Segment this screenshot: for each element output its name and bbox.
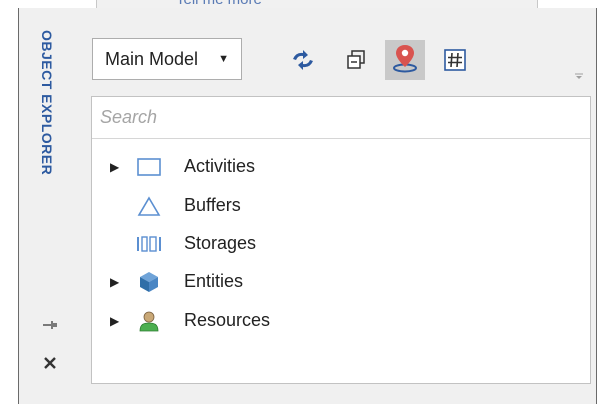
close-icon[interactable] <box>39 352 61 374</box>
pin-icon[interactable] <box>39 314 61 336</box>
search-input[interactable] <box>92 97 590 139</box>
locate-button[interactable] <box>385 40 425 80</box>
tree-item-label: Activities <box>184 156 256 176</box>
expand-arrow-icon[interactable]: ▶ <box>110 160 122 174</box>
model-select[interactable]: Main Model ▼ <box>92 38 242 80</box>
storage-icon <box>136 233 162 255</box>
cube-icon <box>136 271 162 293</box>
tree-item-label: Buffers <box>184 195 241 215</box>
tree-item-label: Entities <box>184 271 244 291</box>
locate-pin-icon <box>391 43 419 78</box>
sync-arrows-icon <box>290 49 316 76</box>
tree-container: ▶ Activities Buffers <box>91 96 591 384</box>
person-icon <box>136 310 162 332</box>
triangle-icon <box>136 195 162 217</box>
hash-icon <box>443 48 467 77</box>
chevron-down-icon: ▼ <box>218 53 229 65</box>
rectangle-icon <box>136 156 162 178</box>
model-select-value: Main Model <box>105 48 199 69</box>
tree-item-activities[interactable]: ▶ Activities <box>92 150 590 184</box>
panel-side-strip: OBJECT EXPLORER <box>19 8 75 404</box>
expand-arrow-icon[interactable]: ▶ <box>110 314 122 328</box>
tree-item-resources[interactable]: ▶ Resources <box>92 304 590 338</box>
sync-button[interactable] <box>287 46 319 78</box>
collapse-all-icon <box>345 49 367 76</box>
tree-item-label: Resources <box>184 310 271 330</box>
expand-arrow-icon[interactable]: ▶ <box>110 275 122 289</box>
object-explorer-panel: OBJECT EXPLORER Main Model ▼ Search ▶ Ac… <box>18 8 597 404</box>
hash-button[interactable] <box>439 46 471 78</box>
tell-me-more-link[interactable]: Tell me more <box>176 0 262 8</box>
collapse-all-button[interactable] <box>340 46 372 78</box>
overflow-menu-icon[interactable] <box>574 71 584 83</box>
background-window-strip: Tell me more <box>18 0 615 8</box>
panel-title[interactable]: OBJECT EXPLORER <box>39 30 55 175</box>
tree-item-storages[interactable]: Storages <box>92 227 590 261</box>
tree-item-buffers[interactable]: Buffers <box>92 189 590 223</box>
tree-item-label: Storages <box>184 233 257 253</box>
tree-item-entities[interactable]: ▶ Entities <box>92 265 590 299</box>
background-window <box>96 0 538 8</box>
